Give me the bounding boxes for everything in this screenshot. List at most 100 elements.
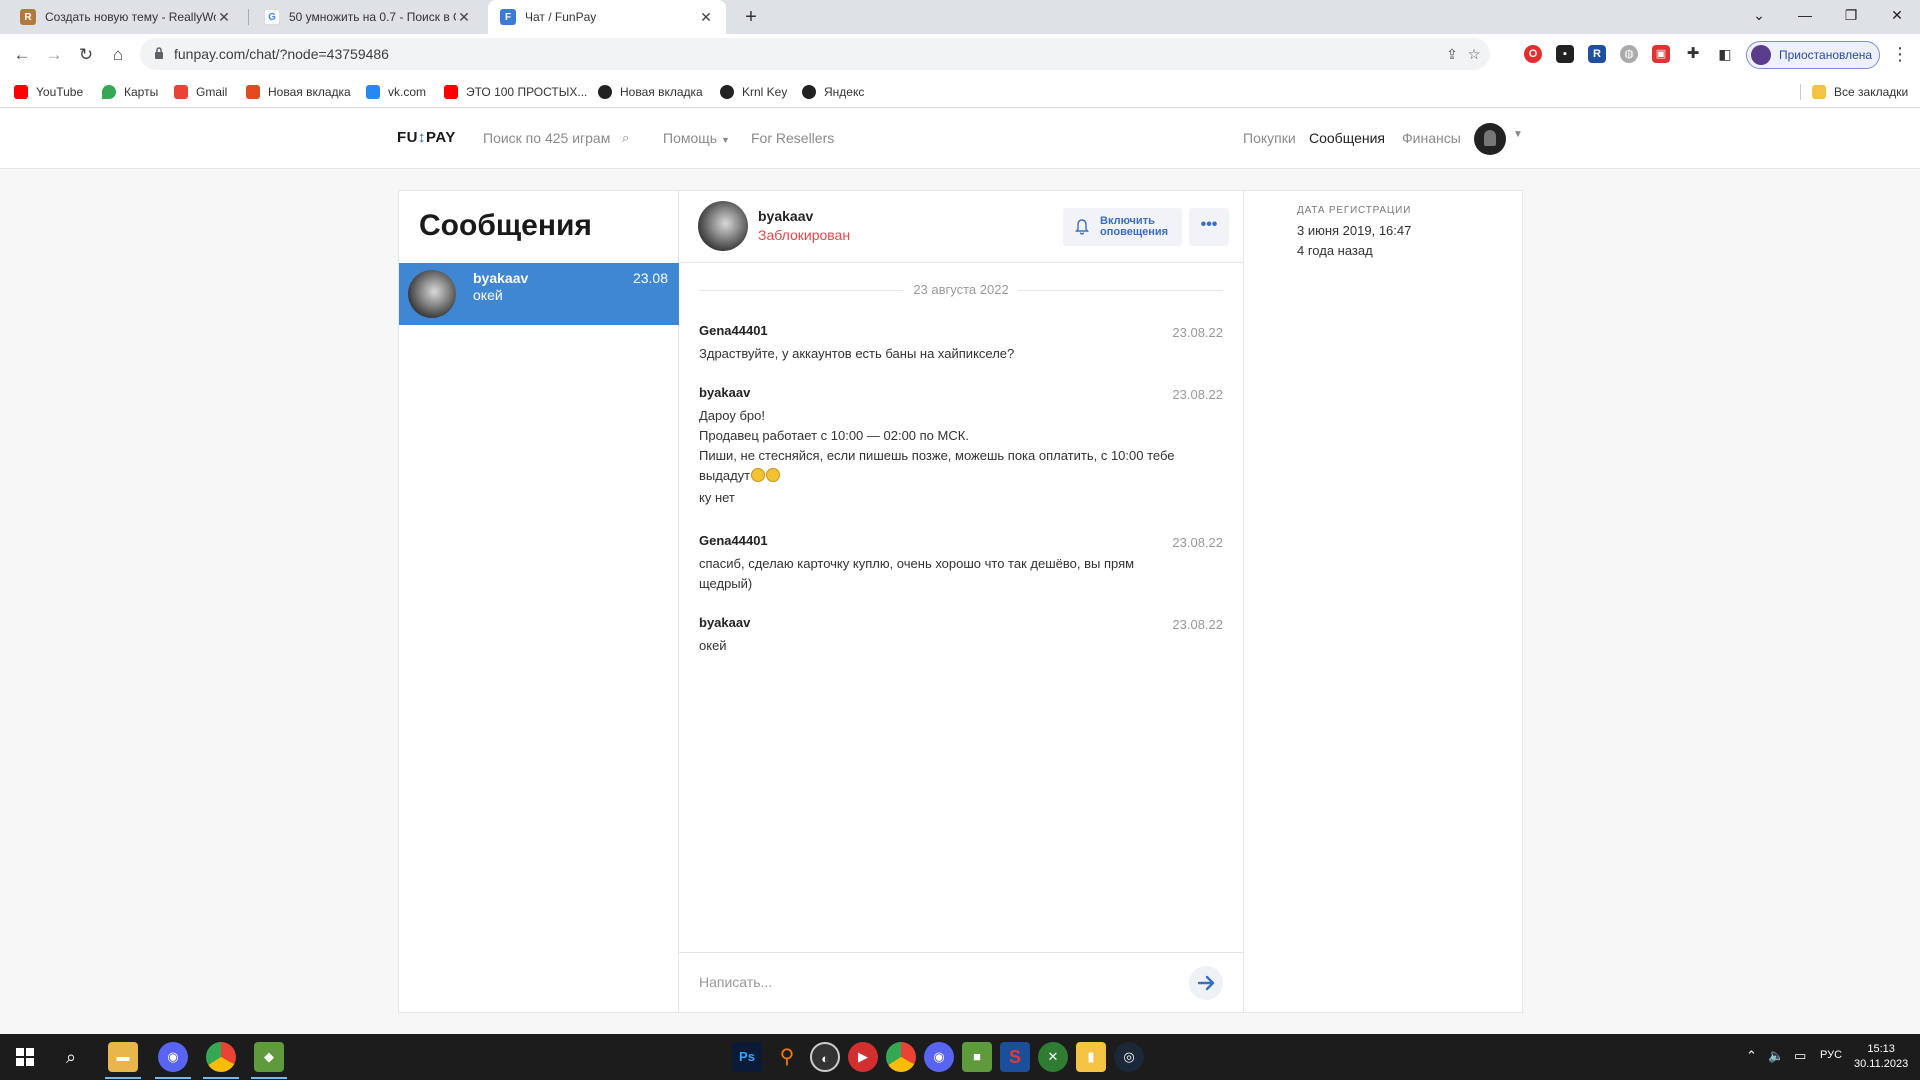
message-author[interactable]: Gena44401 bbox=[699, 533, 1223, 548]
address-bar[interactable]: funpay.com/chat/?node=43759486 ⇪ ☆ bbox=[140, 38, 1490, 70]
minecraft-icon[interactable]: ■ bbox=[962, 1042, 992, 1072]
extension-r-icon[interactable]: R bbox=[1588, 45, 1606, 63]
language-indicator[interactable]: РУС bbox=[1820, 1049, 1842, 1061]
youtube-icon bbox=[444, 85, 458, 99]
bookmark-maps[interactable]: Карты bbox=[102, 82, 158, 102]
bookmark-krnl-key[interactable]: Krnl Key bbox=[720, 82, 787, 102]
network-icon[interactable]: ▭ bbox=[1794, 1048, 1806, 1064]
message-text: Продавец работает с 10:00 — 02:00 по МСК… bbox=[699, 428, 969, 443]
reload-button[interactable]: ↻ bbox=[72, 41, 100, 69]
steam-icon[interactable]: ◎ bbox=[1114, 1042, 1144, 1072]
search-icon[interactable]: ⌕ bbox=[56, 1042, 86, 1072]
more-options-button[interactable]: ••• bbox=[1189, 208, 1229, 246]
volume-icon[interactable]: 🔈 bbox=[1768, 1048, 1784, 1064]
tab-close-icon[interactable]: ✕ bbox=[456, 9, 472, 26]
browser-tab[interactable]: G 50 умножить на 0.7 - Поиск в G ✕ bbox=[252, 0, 484, 34]
message-text: щедрый) bbox=[699, 576, 753, 591]
share-icon[interactable]: ⇪ bbox=[1442, 44, 1462, 64]
back-button[interactable]: ← bbox=[8, 41, 36, 69]
bookmark-label: Карты bbox=[124, 85, 159, 99]
s-app-icon[interactable]: S bbox=[1000, 1042, 1030, 1072]
side-panel-icon[interactable]: ◧ bbox=[1716, 45, 1734, 63]
globe-extension-icon[interactable]: ◍ bbox=[1620, 45, 1638, 63]
partner-name[interactable]: byakaav bbox=[758, 208, 813, 224]
chrome-icon[interactable] bbox=[886, 1042, 916, 1072]
nav-for-resellers[interactable]: For Resellers bbox=[751, 130, 834, 146]
discord-icon[interactable]: ◉ bbox=[158, 1042, 188, 1072]
notes-icon[interactable]: ▮ bbox=[1076, 1042, 1106, 1072]
game-search-input[interactable]: Поиск по 425 играм bbox=[483, 130, 610, 146]
photoshop-icon[interactable]: Ps bbox=[732, 1042, 762, 1072]
search-app-icon[interactable]: ⚲ bbox=[772, 1042, 802, 1072]
bookmark-label: Яндекс bbox=[824, 85, 865, 99]
tab-search-chevron-icon[interactable]: ⌄ bbox=[1736, 0, 1782, 30]
message-text: окей bbox=[699, 638, 727, 653]
nav-purchases[interactable]: Покупки bbox=[1243, 130, 1296, 146]
site-header: FU↕PAY Поиск по 425 играм ⌕ Помощь ▼ For… bbox=[0, 109, 1920, 169]
search-icon[interactable]: ⌕ bbox=[622, 130, 629, 146]
bookmark-youtube-video[interactable]: ЭТО 100 ПРОСТЫХ... bbox=[444, 82, 587, 102]
browser-tabstrip: R Создать новую тему - ReallyWo ✕ G 50 у… bbox=[0, 0, 1920, 34]
restore-button[interactable]: ❐ bbox=[1828, 0, 1874, 30]
bookmarks-separator bbox=[1800, 84, 1801, 100]
puzzle-extensions-icon[interactable]: ✚ bbox=[1684, 45, 1702, 63]
browser-tab-active[interactable]: F Чат / FunPay ✕ bbox=[488, 0, 726, 34]
maps-pin-icon bbox=[102, 85, 116, 99]
bookmark-yandex[interactable]: Яндекс bbox=[802, 82, 864, 102]
message-input[interactable] bbox=[679, 953, 1159, 1011]
forward-button[interactable]: → bbox=[40, 41, 68, 69]
funpay-logo[interactable]: FU↕PAY bbox=[397, 129, 456, 146]
discord-icon[interactable]: ◉ bbox=[924, 1042, 954, 1072]
browser-tab[interactable]: R Создать новую тему - ReallyWo ✕ bbox=[8, 0, 244, 34]
bookmark-new-tab[interactable]: Новая вкладка bbox=[246, 82, 351, 102]
bookmark-new-tab-2[interactable]: Новая вкладка bbox=[598, 82, 703, 102]
opera-extension-icon[interactable]: O bbox=[1524, 45, 1542, 63]
message-author[interactable]: Gena44401 bbox=[699, 323, 1223, 338]
file-explorer-icon[interactable]: ▬ bbox=[108, 1042, 138, 1072]
contact-item-byakaav[interactable]: byakaav окей 23.08 bbox=[399, 263, 679, 325]
message-author[interactable]: byakaav bbox=[699, 385, 1223, 400]
profile-status: Приостановлена bbox=[1779, 48, 1873, 62]
video-player-icon[interactable]: ▶ bbox=[848, 1042, 878, 1072]
nav-finances[interactable]: Финансы bbox=[1402, 130, 1461, 146]
message-author[interactable]: byakaav bbox=[699, 615, 1223, 630]
url-text[interactable]: funpay.com/chat/?node=43759486 bbox=[174, 46, 389, 62]
home-button[interactable]: ⌂ bbox=[104, 41, 132, 69]
minecraft-launcher-icon[interactable]: ◆ bbox=[254, 1042, 284, 1072]
message-text: ку нет bbox=[699, 490, 735, 505]
help-menu[interactable]: Помощь ▼ bbox=[663, 130, 730, 146]
xbox-icon[interactable]: ✕ bbox=[1038, 1042, 1068, 1072]
tab-close-icon[interactable]: ✕ bbox=[216, 9, 232, 26]
message-text: Дароу бро! bbox=[699, 408, 765, 423]
bookmark-gmail[interactable]: Gmail bbox=[174, 82, 227, 102]
chevron-up-icon[interactable]: ⌃ bbox=[1746, 1048, 1757, 1064]
clock[interactable]: 15:13 30.11.2023 bbox=[1854, 1042, 1908, 1072]
extension-icon[interactable]: ▪ bbox=[1556, 45, 1574, 63]
tab-close-icon[interactable]: ✕ bbox=[698, 9, 714, 26]
windows-start-icon[interactable] bbox=[10, 1042, 40, 1072]
obs-icon[interactable]: ◐ bbox=[810, 1042, 840, 1072]
close-window-button[interactable]: ✕ bbox=[1874, 0, 1920, 30]
nav-messages[interactable]: Сообщения bbox=[1309, 130, 1385, 146]
profile-button[interactable]: Приостановлена bbox=[1746, 41, 1880, 69]
bookmark-youtube[interactable]: YouTube bbox=[14, 82, 83, 102]
send-button[interactable] bbox=[1189, 966, 1223, 1000]
message-item: byakaav 23.08.22 Дароу бро! Продавец раб… bbox=[699, 385, 1223, 508]
tab-title: Создать новую тему - ReallyWo bbox=[45, 10, 216, 24]
extension-off-icon[interactable]: ▣ bbox=[1652, 45, 1670, 63]
browser-menu-icon[interactable]: ⋮ bbox=[1890, 44, 1910, 66]
partner-avatar[interactable] bbox=[698, 201, 748, 251]
folder-icon bbox=[1812, 85, 1826, 99]
new-tab-button[interactable]: + bbox=[738, 4, 764, 30]
chrome-icon[interactable] bbox=[206, 1042, 236, 1072]
chevron-down-icon[interactable]: ▼ bbox=[1513, 129, 1523, 140]
enable-notifications-button[interactable]: Включить оповещения bbox=[1063, 208, 1182, 246]
message-date: 23.08.22 bbox=[1172, 387, 1223, 402]
user-avatar[interactable] bbox=[1474, 123, 1506, 155]
bookmark-vk[interactable]: vk.com bbox=[366, 82, 426, 102]
all-bookmarks[interactable]: Все закладки bbox=[1812, 82, 1908, 102]
contact-name: byakaav bbox=[473, 270, 529, 286]
minimize-button[interactable]: — bbox=[1782, 0, 1828, 30]
message-item: byakaav 23.08.22 окей bbox=[699, 615, 1223, 656]
bookmark-star-icon[interactable]: ☆ bbox=[1464, 44, 1484, 64]
